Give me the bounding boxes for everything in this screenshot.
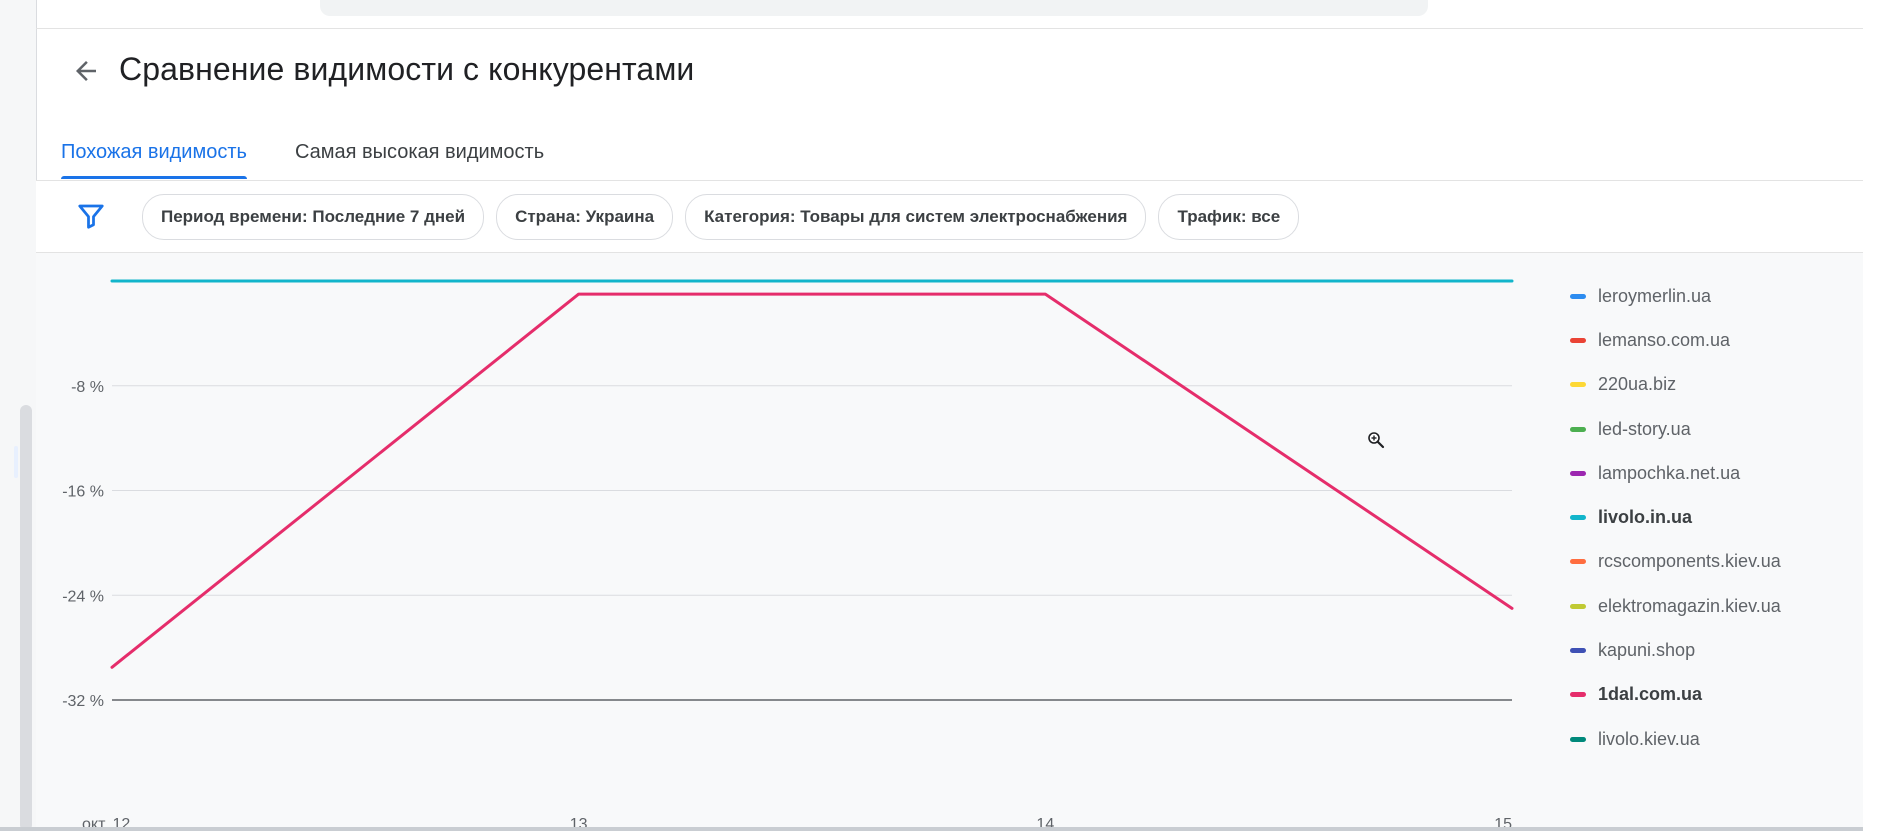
legend-label: led-story.ua	[1598, 418, 1691, 439]
x-tick-label: 14	[1036, 816, 1054, 827]
x-tick-label: окт. 12	[82, 816, 130, 827]
legend-swatch	[1570, 648, 1586, 654]
legend-swatch	[1570, 337, 1586, 343]
legend-item[interactable]: elektromagazin.kiev.ua	[1570, 584, 1850, 628]
legend-label: lampochka.net.ua	[1598, 462, 1741, 483]
y-tick-label: -24 %	[62, 588, 104, 605]
legend-item[interactable]: leroymerlin.ua	[1570, 274, 1850, 318]
legend-swatch	[1570, 736, 1586, 742]
right-edge	[1863, 0, 1877, 831]
legend-item[interactable]: lampochka.net.ua	[1570, 451, 1850, 495]
y-tick-label: -16 %	[62, 484, 104, 501]
legend-item[interactable]: 220ua.biz	[1570, 363, 1850, 407]
rail-scrollbar[interactable]	[20, 405, 32, 831]
legend-swatch	[1570, 692, 1586, 698]
chip-country[interactable]: Страна: Украина	[496, 194, 674, 240]
chip-time-period[interactable]: Период времени: Последние 7 дней	[142, 194, 485, 240]
rail-handle[interactable]	[14, 446, 18, 478]
back-button[interactable]	[64, 49, 108, 93]
funnel-icon	[78, 204, 104, 229]
tab-bar: Похожая видимость Самая высокая видимост…	[61, 125, 592, 179]
page-title: Сравнение видимости с конкурентами	[119, 51, 695, 87]
left-rail	[0, 0, 37, 831]
legend-swatch	[1570, 382, 1586, 388]
legend-item[interactable]: led-story.ua	[1570, 407, 1850, 451]
legend-label: 1dal.com.ua	[1598, 684, 1703, 705]
chip-category[interactable]: Категория: Товары для систем электроснаб…	[685, 194, 1147, 240]
y-tick-label: -8 %	[71, 379, 104, 396]
chart-legend: leroymerlin.ua lemanso.com.ua 220ua.biz …	[1570, 274, 1850, 761]
legend-label: elektromagazin.kiev.ua	[1598, 595, 1781, 616]
legend-item[interactable]: livolo.in.ua	[1570, 495, 1850, 539]
legend-swatch	[1570, 515, 1586, 521]
series-line-1dal-com-ua[interactable]	[110, 292, 1514, 669]
tab-highest-visibility[interactable]: Самая высокая видимость	[295, 125, 544, 179]
filter-icon[interactable]	[76, 201, 106, 231]
x-tick-label: 13	[570, 816, 588, 827]
legend-item[interactable]: lemanso.com.ua	[1570, 318, 1850, 362]
y-tick-label: -32 %	[62, 693, 104, 710]
legend-item[interactable]: 1dal.com.ua	[1570, 673, 1850, 717]
bottom-border	[0, 827, 1877, 831]
zoom-in-cursor-icon	[1367, 431, 1385, 449]
chip-traffic[interactable]: Трафик: все	[1158, 194, 1300, 240]
legend-swatch	[1570, 426, 1586, 432]
visibility-chart[interactable]: -8 % -16 % -24 % -32 % окт. 12 13 14 15	[36, 253, 1536, 827]
legend-label: lemanso.com.ua	[1598, 329, 1731, 350]
filter-bar: Период времени: Последние 7 дней Страна:…	[36, 181, 1877, 252]
legend-label: livolo.in.ua	[1598, 507, 1693, 528]
legend-item[interactable]: rcscomponents.kiev.ua	[1570, 540, 1850, 584]
page-header: Сравнение видимости с конкурентами Похож…	[36, 29, 1877, 179]
legend-label: 220ua.biz	[1598, 374, 1677, 395]
legend-label: leroymerlin.ua	[1598, 285, 1712, 306]
legend-item[interactable]: livolo.kiev.ua	[1570, 717, 1850, 761]
legend-swatch	[1570, 293, 1586, 299]
arrow-back-icon	[76, 61, 96, 81]
legend-label: rcscomponents.kiev.ua	[1598, 551, 1781, 572]
legend-swatch	[1570, 559, 1586, 565]
legend-item[interactable]: kapuni.shop	[1570, 628, 1850, 672]
legend-label: kapuni.shop	[1598, 640, 1696, 661]
legend-label: livolo.kiev.ua	[1598, 728, 1700, 749]
legend-swatch	[1570, 470, 1586, 476]
legend-swatch	[1570, 603, 1586, 609]
x-tick-label: 15	[1494, 816, 1512, 827]
top-search-strip	[320, 0, 1428, 16]
filter-chips: Период времени: Последние 7 дней Страна:…	[142, 194, 1311, 240]
tab-similar-visibility[interactable]: Похожая видимость	[61, 125, 247, 179]
